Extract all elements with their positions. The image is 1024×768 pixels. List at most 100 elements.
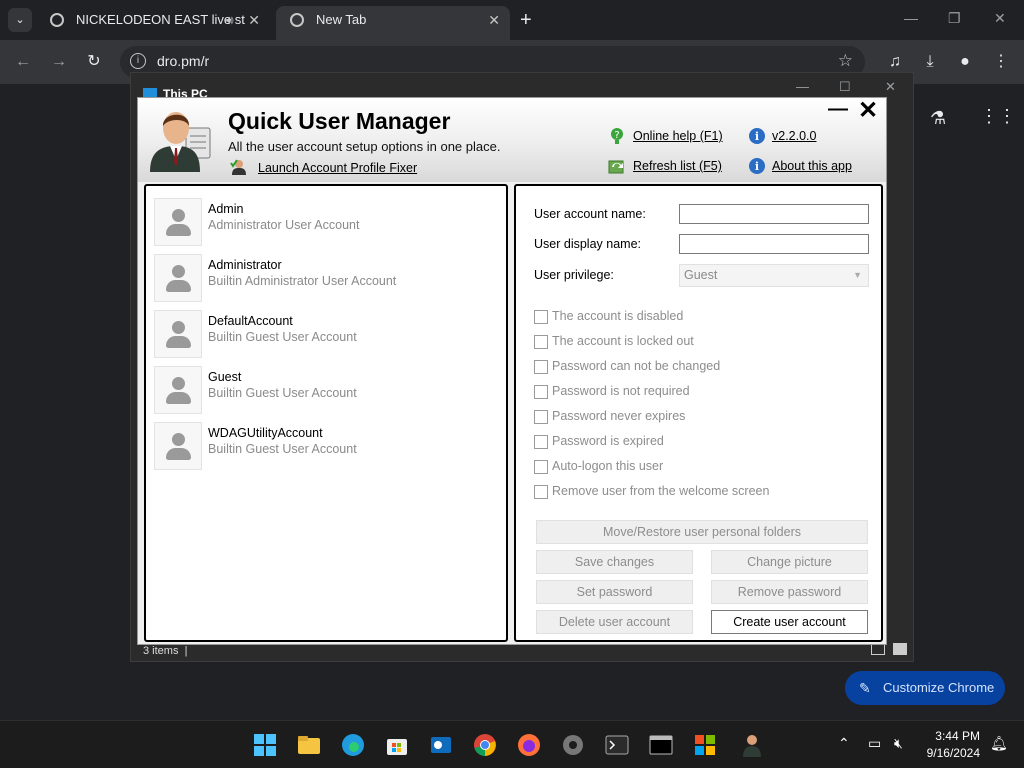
checkbox[interactable] [534, 435, 548, 449]
qum-minimize-icon[interactable]: — [828, 98, 848, 121]
download-icon[interactable]: ⤓ [919, 51, 941, 73]
close-tab-icon[interactable]: ✕ [488, 6, 500, 34]
close-tab-icon[interactable]: ✕ [248, 6, 260, 34]
start-windows-icon[interactable] [252, 732, 278, 758]
clock-time[interactable]: 3:44 PM [920, 729, 980, 743]
option-label: Password is expired [552, 434, 664, 448]
tab-search-button[interactable]: ⌄ [8, 8, 32, 32]
version-link[interactable]: v2.2.0.0 [772, 129, 816, 143]
user-avatar-icon [154, 254, 202, 302]
user-avatar-icon [154, 198, 202, 246]
pencil-icon: ✎ [859, 680, 871, 696]
move-restore-folders-button[interactable]: Move/Restore user personal folders [536, 520, 868, 544]
option-label: Auto-logon this user [552, 459, 664, 473]
checkbox[interactable] [534, 485, 548, 499]
checkbox[interactable] [534, 310, 548, 324]
user-avatar-icon [154, 366, 202, 414]
edge-browser-icon[interactable] [340, 732, 366, 758]
option-label: Password is not required [552, 384, 690, 398]
app-title: Quick User Manager [228, 108, 451, 134]
quick-user-manager-taskbar-icon[interactable] [692, 732, 718, 758]
display-name-label: User display name: [534, 237, 641, 251]
bookmark-star-icon[interactable]: ☆ [838, 51, 853, 71]
tiles-view-icon[interactable] [893, 643, 907, 655]
labs-flask-icon[interactable]: ⚗ [930, 108, 946, 129]
show-hidden-icons-chevron-icon[interactable]: ⌃ [838, 735, 850, 752]
option-label: Password can not be changed [552, 359, 721, 373]
qum-close-icon[interactable]: ✕ [858, 96, 878, 125]
settings-gear-icon[interactable] [560, 732, 586, 758]
option-label: The account is locked out [552, 334, 694, 348]
user-item-defaultaccount[interactable]: DefaultAccount Builtin Guest User Accoun… [154, 310, 494, 360]
user-item-wdagutilityaccount[interactable]: WDAGUtilityAccount Builtin Guest User Ac… [154, 422, 494, 472]
tab-new-tab[interactable]: New Tab ✕ [276, 6, 510, 40]
speaker-icon[interactable]: 🔊︎ [226, 6, 234, 34]
notification-bell-icon[interactable]: 🔔︎ [990, 735, 1008, 752]
outlook-icon[interactable] [428, 732, 454, 758]
file-explorer-icon[interactable] [296, 732, 322, 758]
minimize-icon[interactable]: — [904, 10, 918, 26]
user-item-administrator[interactable]: Administrator Builtin Administrator User… [154, 254, 494, 304]
site-info-icon[interactable]: i [130, 53, 146, 69]
delete-user-button[interactable]: Delete user account [536, 610, 693, 634]
reload-icon[interactable]: ↻ [83, 51, 105, 73]
tab-nickelodeon[interactable]: NICKELODEON EAST live st 🔊︎ ✕ [36, 6, 270, 40]
customize-label: Customize Chrome [883, 680, 995, 695]
explorer-minimize-icon[interactable]: — [796, 79, 809, 94]
refresh-list-link[interactable]: Refresh list (F5) [633, 159, 722, 173]
checkbox[interactable] [534, 410, 548, 424]
explorer-close-icon[interactable]: ✕ [885, 79, 896, 95]
checkbox[interactable] [534, 460, 548, 474]
set-password-button[interactable]: Set password [536, 580, 693, 604]
save-changes-button[interactable]: Save changes [536, 550, 693, 574]
change-picture-button[interactable]: Change picture [711, 550, 868, 574]
chrome-icon[interactable] [472, 732, 498, 758]
about-info-icon: i [749, 158, 765, 174]
user-description: Administrator User Account [208, 218, 360, 232]
firefox-icon[interactable] [516, 732, 542, 758]
user-manager-person-icon[interactable] [740, 732, 766, 758]
profile-avatar-icon[interactable]: ● [954, 51, 976, 73]
about-app-link[interactable]: About this app [772, 159, 852, 173]
command-prompt-icon[interactable] [648, 732, 674, 758]
profile-fixer-icon [230, 159, 246, 175]
close-window-icon[interactable]: ✕ [994, 10, 1006, 27]
menu-icon[interactable]: ⋮ [990, 51, 1012, 73]
customize-chrome-button[interactable]: ✎ Customize Chrome [845, 671, 1005, 705]
clock-date[interactable]: 9/16/2024 [920, 746, 980, 760]
privilege-label: User privilege: [534, 268, 614, 282]
user-manager-logo-icon [150, 112, 211, 172]
checkbox[interactable] [534, 385, 548, 399]
display-name-input[interactable] [679, 234, 869, 254]
restore-icon[interactable]: ❐ [948, 10, 961, 27]
remove-password-button[interactable]: Remove password [711, 580, 868, 604]
media-control-icon[interactable]: ♫ [884, 51, 906, 73]
svg-text:?: ? [614, 130, 619, 141]
launch-profile-fixer-link[interactable]: Launch Account Profile Fixer [258, 161, 417, 175]
checkbox[interactable] [534, 360, 548, 374]
back-icon[interactable]: ← [12, 51, 34, 73]
checkbox[interactable] [534, 335, 548, 349]
terminal-icon[interactable] [604, 732, 630, 758]
create-user-button[interactable]: Create user account [711, 610, 868, 634]
user-name: DefaultAccount [208, 314, 293, 328]
google-apps-icon[interactable]: ⋮⋮⋮ [980, 106, 1024, 127]
online-help-link[interactable]: Online help (F1) [633, 129, 723, 143]
new-tab-button[interactable]: + [520, 8, 532, 32]
url-text[interactable]: dro.pm/r [157, 53, 209, 69]
user-item-admin[interactable]: Admin Administrator User Account [154, 198, 494, 248]
info-icon: i [749, 128, 765, 144]
quick-user-manager-window: Quick User Manager All the user account … [137, 97, 887, 645]
network-icon[interactable]: ▭ [868, 735, 881, 752]
status-items: 3 items [143, 645, 179, 657]
user-name: Guest [208, 370, 242, 384]
privilege-select[interactable]: Guest ▼ [679, 264, 869, 287]
microsoft-store-icon[interactable] [384, 732, 410, 758]
user-item-guest[interactable]: Guest Builtin Guest User Account [154, 366, 494, 416]
forward-icon[interactable]: → [48, 51, 70, 73]
svg-text:i: i [755, 160, 759, 173]
account-name-input[interactable] [679, 204, 869, 224]
explorer-maximize-icon[interactable]: ☐ [839, 79, 851, 95]
volume-muted-icon[interactable]: 🔇︎ [894, 735, 903, 752]
explorer-status-text: 3 items | [143, 645, 188, 657]
